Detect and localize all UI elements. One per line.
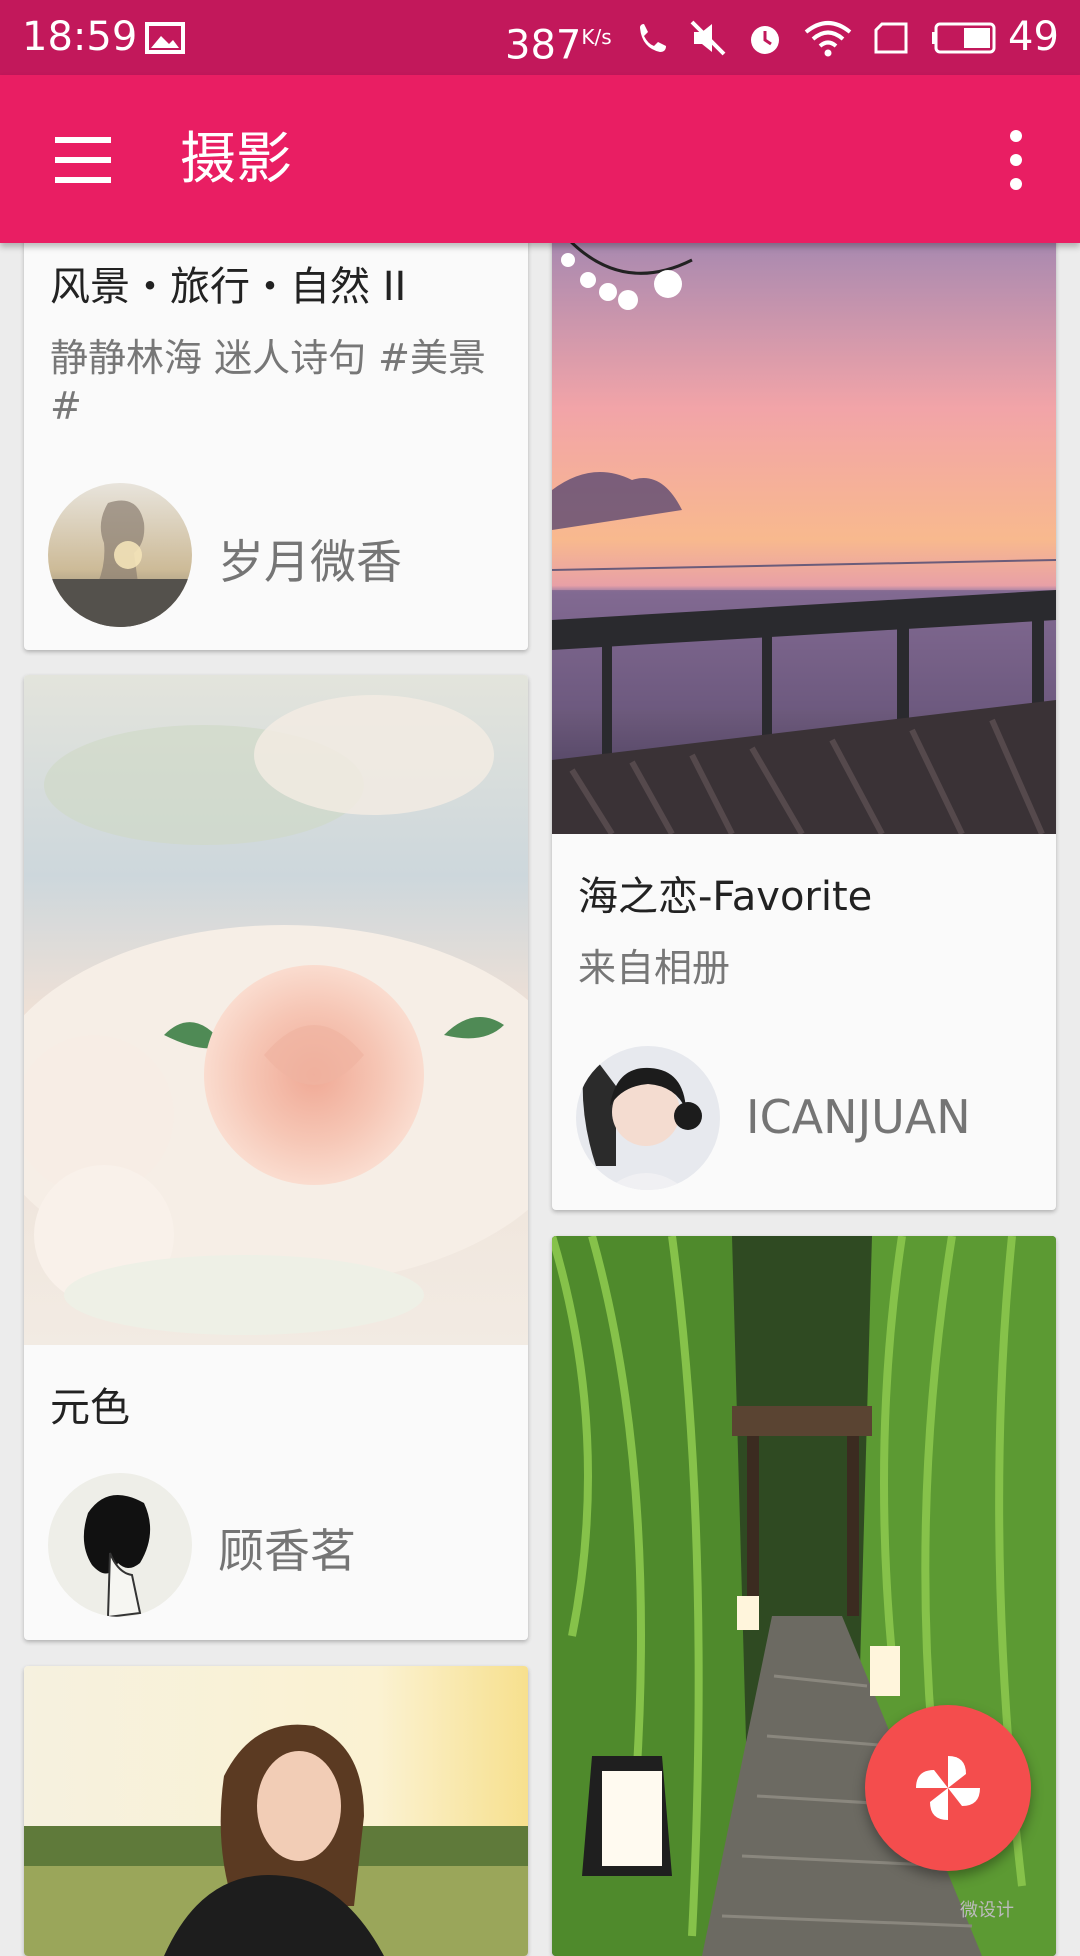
page-title: 摄影 bbox=[180, 127, 292, 192]
post-card[interactable]: 海之恋-Favorite 来自相册 ICANJUAN bbox=[552, 180, 1056, 1210]
card-photo[interactable] bbox=[552, 180, 1056, 834]
sim-card-icon bbox=[874, 22, 908, 54]
image-notification-icon bbox=[145, 22, 185, 54]
avatar[interactable] bbox=[48, 1473, 192, 1617]
card-author[interactable]: 顾香茗 bbox=[218, 1515, 356, 1581]
card-title: 海之恋-Favorite bbox=[578, 874, 873, 920]
more-vert-icon[interactable] bbox=[990, 120, 1040, 200]
network-speed: 387K/s bbox=[505, 22, 612, 69]
watermark: 微设计 bbox=[960, 1900, 1014, 1921]
card-photo[interactable] bbox=[24, 675, 528, 1345]
card-description: 静静林海 迷人诗句 #美景# bbox=[50, 336, 486, 428]
battery-level: 49 bbox=[1008, 14, 1059, 60]
avatar[interactable] bbox=[48, 483, 192, 627]
avatar[interactable] bbox=[576, 1046, 720, 1190]
call-icon bbox=[640, 24, 666, 52]
card-description: 来自相册 bbox=[578, 946, 731, 990]
app-bar: 摄影 bbox=[0, 75, 1080, 243]
alarm-icon bbox=[751, 26, 779, 54]
mute-icon bbox=[690, 20, 726, 56]
card-title: 元色 bbox=[50, 1385, 130, 1431]
status-time: 18:59 bbox=[22, 14, 138, 60]
card-photo[interactable] bbox=[24, 1666, 528, 1956]
hamburger-menu-icon[interactable] bbox=[40, 125, 130, 195]
card-title: 风景・旅行・自然 II bbox=[50, 264, 407, 310]
post-card[interactable]: 元色 顾香茗 bbox=[24, 675, 528, 1640]
battery-icon bbox=[932, 22, 996, 54]
card-author[interactable]: ICANJUAN bbox=[746, 1090, 971, 1144]
pinwheel-fab-button[interactable] bbox=[865, 1705, 1031, 1871]
post-card[interactable]: 风景・旅行・自然 II 静静林海 迷人诗句 #美景# 岁月微香 bbox=[24, 180, 528, 650]
pinwheel-icon bbox=[916, 1756, 980, 1820]
wifi-icon bbox=[804, 21, 852, 57]
status-bar: 18:59 387K/s 49 bbox=[0, 0, 1080, 75]
post-card[interactable] bbox=[24, 1666, 528, 1956]
card-author[interactable]: 岁月微香 bbox=[218, 526, 402, 592]
